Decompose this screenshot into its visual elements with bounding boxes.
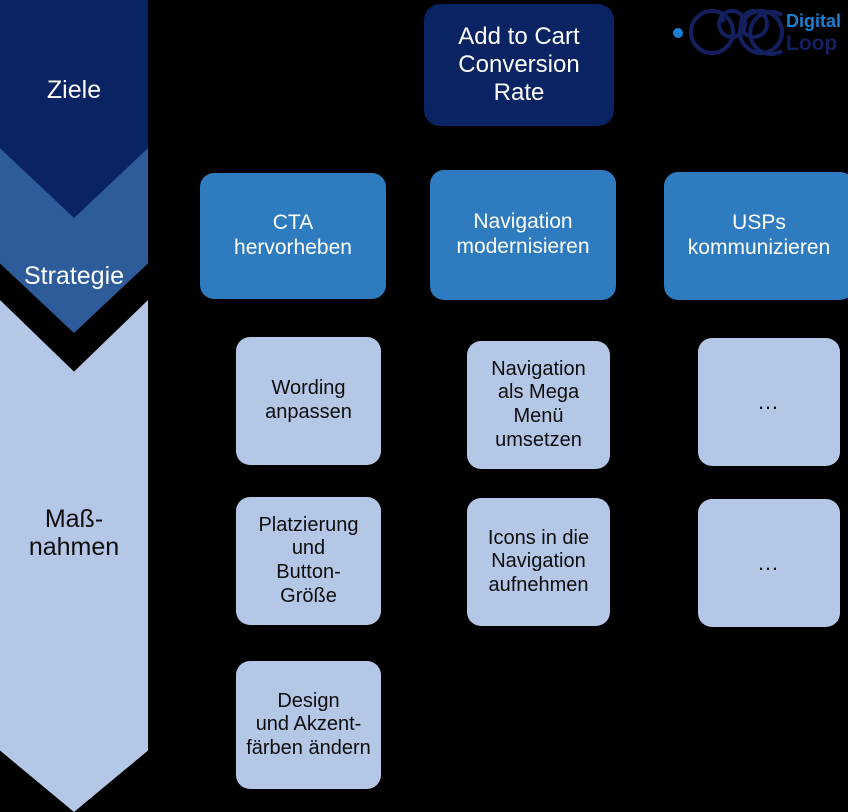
measure-node-line2: und Akzent-	[255, 713, 362, 736]
strategy-node-line1: CTA	[272, 211, 314, 235]
strategy-node-text: CTA hervorheben	[208, 211, 378, 261]
funnel-stage-ziele-label: Ziele	[46, 76, 102, 104]
digital-loop-logo-mark: Digital Loop	[673, 9, 841, 56]
measure-node-line1: …	[757, 550, 781, 576]
measure-node-wording-anpassen[interactable]: Wording anpassen	[236, 337, 381, 465]
measure-node-line4: umsetzen	[495, 428, 582, 451]
strategy-node-line1: Navigation	[473, 210, 573, 234]
measure-node-line2: Navigation	[491, 550, 586, 573]
strategy-node-text: Navigation modernisieren	[438, 210, 608, 260]
goal-node-text: Add to Cart Conversion Rate	[432, 23, 606, 108]
measure-node-design-und-akzentfaerben-aendern[interactable]: Design und Akzent- färben ändern	[236, 661, 381, 789]
logo-node-dot-icon	[720, 17, 726, 23]
goal-node-add-to-cart-conversion-rate[interactable]: Add to Cart Conversion Rate	[424, 4, 614, 126]
strategy-node-text: USPs kommunizieren	[672, 211, 846, 261]
measure-node-text: Navigation als Mega Menü umsetzen	[475, 358, 602, 452]
logo-dot-icon	[673, 28, 683, 38]
logo-ring-1-icon	[689, 9, 735, 55]
measure-node-text: Design und Akzent- färben ändern	[244, 690, 373, 761]
measure-node-line3: Menü	[513, 405, 564, 427]
measure-node-line3: aufnehmen	[488, 573, 589, 596]
measure-node-text: Wording anpassen	[244, 377, 373, 424]
measure-node-line4: Größe	[280, 584, 337, 607]
strategy-node-line2: hervorheben	[234, 236, 352, 259]
funnel-stage-massnahmen-line1: Maß-	[44, 505, 104, 533]
measure-node-line3: Button-	[276, 561, 341, 583]
diagram-canvas: Ziele Strategie Maß- nahmen Add to Cart …	[0, 0, 848, 812]
funnel-stage-massnahmen: Maß- nahmen	[0, 300, 148, 812]
goal-node-line1: Add to Cart	[458, 22, 580, 50]
measure-node-line2: und	[291, 537, 326, 560]
funnel-stage-massnahmen-line2: nahmen	[28, 533, 120, 561]
measure-node-line2: als Mega	[497, 381, 580, 404]
measure-node-placeholder-1[interactable]: …	[698, 338, 840, 466]
measure-node-navigation-als-mega-menue-umsetzen[interactable]: Navigation als Mega Menü umsetzen	[467, 341, 610, 469]
measure-node-text: Icons in die Navigation aufnehmen	[475, 527, 602, 598]
strategy-node-usps-kommunizieren[interactable]: USPs kommunizieren	[664, 172, 848, 300]
goal-node-line3: Rate	[493, 79, 545, 107]
measure-node-text: Platzierung und Button- Größe	[244, 514, 373, 608]
logo-word-digital: Digital	[786, 11, 841, 31]
funnel-stage-strategie-label: Strategie	[23, 262, 125, 290]
measure-node-line1: Icons in die	[487, 526, 590, 549]
funnel-stage-massnahmen-label: Maß- nahmen	[0, 505, 148, 561]
measure-node-icons-in-die-navigation-aufnehmen[interactable]: Icons in die Navigation aufnehmen	[467, 498, 610, 626]
measure-node-platzierung-und-button-groesse[interactable]: Platzierung und Button- Größe	[236, 497, 381, 625]
strategy-node-cta-hervorheben[interactable]: CTA hervorheben	[200, 173, 386, 299]
measure-node-line1: Design	[277, 689, 340, 712]
measure-node-line2: anpassen	[265, 401, 352, 423]
strategy-node-line1: USPs	[732, 211, 786, 235]
goal-node-line2: Conversion	[458, 50, 580, 78]
measure-node-line1: …	[757, 389, 781, 415]
measure-node-line1: Wording	[271, 377, 346, 400]
strategy-node-line2: modernisieren	[456, 235, 590, 258]
strategy-node-navigation-modernisieren[interactable]: Navigation modernisieren	[430, 170, 616, 300]
digital-loop-logo: Digital Loop	[664, 2, 848, 60]
funnel-arrow: Ziele Strategie Maß- nahmen	[0, 0, 150, 812]
strategy-node-line2: kommunizieren	[687, 236, 831, 259]
measure-node-placeholder-2[interactable]: …	[698, 499, 840, 627]
measure-node-line3: färben ändern	[246, 736, 371, 759]
measure-node-line1: Navigation	[491, 357, 586, 380]
logo-word-loop: Loop	[786, 32, 837, 55]
measure-node-line1: Platzierung	[258, 513, 359, 536]
